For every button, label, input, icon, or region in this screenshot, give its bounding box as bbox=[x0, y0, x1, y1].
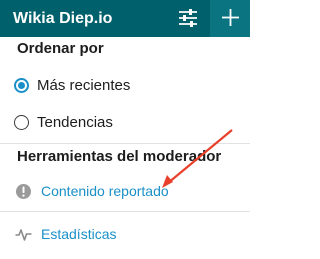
radio-unselected-icon[interactable] bbox=[14, 115, 29, 130]
divider bbox=[0, 143, 250, 144]
reported-content-label: Contenido reportado bbox=[41, 183, 169, 199]
statistics-label: Estadísticas bbox=[41, 226, 117, 242]
reported-content-link[interactable]: Contenido reportado bbox=[15, 182, 235, 204]
plus-icon bbox=[222, 9, 239, 26]
sort-option-label: Más recientes bbox=[37, 77, 131, 94]
add-button[interactable] bbox=[210, 0, 250, 37]
sort-option-recent[interactable]: Más recientes bbox=[14, 77, 234, 97]
divider bbox=[0, 211, 250, 212]
alert-circle-icon bbox=[16, 184, 31, 199]
app-header: Wikia Diep.io bbox=[0, 0, 250, 37]
sliders-icon bbox=[179, 9, 197, 27]
app-title: Wikia Diep.io bbox=[13, 10, 113, 27]
statistics-link[interactable]: Estadísticas bbox=[15, 225, 235, 247]
pulse-icon bbox=[15, 229, 32, 241]
sort-option-label: Tendencias bbox=[37, 114, 113, 131]
filter-button[interactable] bbox=[170, 0, 207, 37]
radio-selected-icon[interactable] bbox=[14, 78, 29, 93]
sort-heading: Ordenar por bbox=[17, 40, 104, 57]
moderator-tools-heading: Herramientas del moderador bbox=[17, 148, 222, 165]
sort-option-trending[interactable]: Tendencias bbox=[14, 114, 234, 134]
